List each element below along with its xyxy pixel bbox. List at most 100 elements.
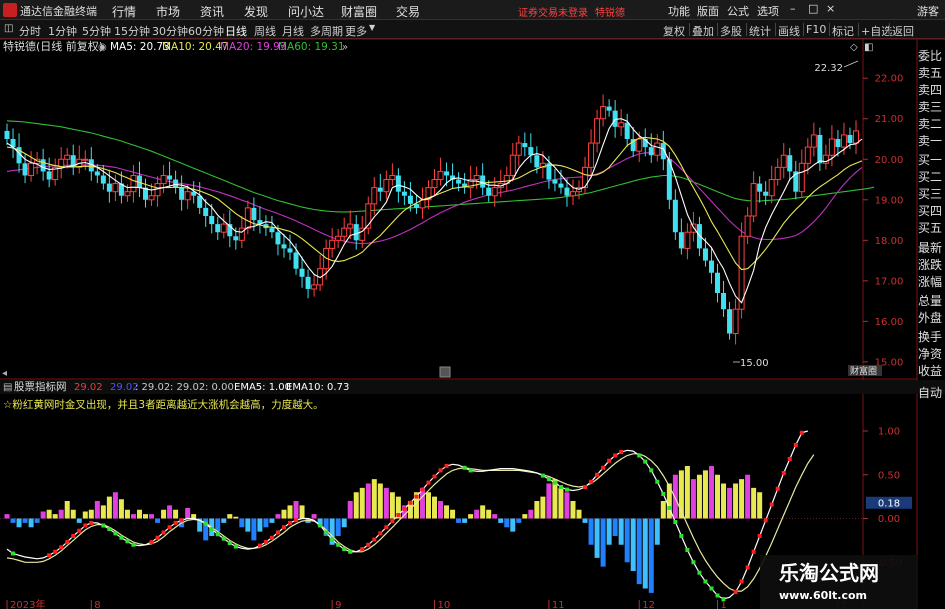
indicator-bar [751,487,757,519]
panel-toggle-icon[interactable]: ◧ [864,42,873,53]
candlesticks [4,94,859,345]
date-tick-label: 2023年 [10,598,45,609]
candle-up [437,170,444,181]
candle-down [173,179,179,188]
candle-up [828,138,835,156]
candle-up [744,215,751,237]
candle-up [654,142,661,156]
candle-down [708,260,714,273]
signal-marker [715,593,720,598]
candle-up [389,174,396,181]
indicator-bar [486,509,492,519]
indicator-bar [684,466,690,519]
indicator-bar [576,509,582,519]
indicator-bar [582,518,588,523]
candle-up [130,174,137,193]
signal-marker [697,570,702,575]
indicator-bar [257,518,263,532]
signal-marker [613,453,618,458]
candle-up [238,227,245,241]
quote-label-outer: 外盘 [918,311,943,325]
signal-marker [637,453,642,458]
candle-down [401,191,407,196]
ema5-legend: EMA5: 1.00 [234,382,291,393]
candle-up [768,179,775,197]
signal-marker [101,523,106,528]
more-legend-icon[interactable]: » [342,42,348,53]
indicator-bar [28,518,34,528]
quote-label-bid2: 买二 [918,170,943,184]
candle-up [750,183,757,217]
indicator-bar [100,505,106,519]
signal-marker [745,565,750,570]
date-tick-label: 12 [642,600,655,609]
candle-down [215,224,221,233]
price-tick-label: 19.00 [875,195,904,206]
date-tick-label: 10 [438,600,451,609]
signal-marker [703,579,708,584]
indicator-bar [299,505,305,519]
signal-marker [318,523,323,528]
scroll-handle[interactable] [439,366,451,378]
price-tick-label: 21.00 [875,114,904,125]
signal-marker [348,549,353,554]
indicator-bar [34,518,40,523]
indicator-bar [353,492,359,519]
signal-marker [781,471,786,475]
candle-up [347,223,354,229]
signal-marker [540,473,545,478]
indicator-bar [191,514,197,519]
indicator-tick-label: 0.50 [878,470,900,481]
indicator-bar [438,501,444,519]
candle-up [618,122,625,128]
signal-marker [769,502,774,507]
candle-down [648,147,654,156]
candle-up [431,179,438,189]
scroll-left-icon[interactable]: ◂ [2,368,7,379]
quote-label-last: 最新 [918,241,943,255]
candle-down [377,187,383,192]
signal-marker [366,542,371,547]
signal-marker [739,579,744,584]
indicator-bar [40,511,46,519]
quote-label-ask1: 卖一 [918,134,943,148]
signal-marker [414,494,419,499]
indicator-bar [347,501,353,519]
signal-marker [155,535,160,540]
signal-marker [294,518,299,523]
quote-label-bid3: 买三 [918,187,943,201]
signal-marker [113,531,118,536]
indicator-bar [106,496,112,519]
signal-marker [342,547,347,552]
candle-up [852,130,859,144]
wealth-tag[interactable]: 财富圈 [850,365,877,377]
signal-marker [263,540,268,545]
indicator-bar [76,518,82,523]
signal-marker [408,500,413,505]
signal-marker [793,443,798,447]
collapse-up-icon[interactable]: ◇ [850,42,858,53]
indicator-bar [70,509,76,519]
indicator-bar [733,483,739,519]
candle-down [209,216,215,225]
signal-marker [643,459,648,464]
kline-chart[interactable]: 15.00 16.00 17.00 18.00 19.00 20.00 21.00 22.00… [0,0,945,609]
indicator-bar [4,514,10,519]
indicator-bar [739,479,745,519]
signal-marker [167,525,172,530]
candle-up [780,154,787,168]
candle-up [311,284,318,290]
signal-marker [107,527,112,531]
indicator-bar [335,518,341,536]
indicator-menu-icon[interactable]: ▤ [3,382,12,393]
indicator-bar [167,505,173,519]
signal-marker [275,530,280,535]
indicator-val-d: : 29.02 [170,382,205,393]
indicator-tab[interactable]: 股票指标网 [14,380,67,393]
indicator-bar [660,501,666,519]
auto-scale-toggle[interactable]: 自动 [918,384,945,401]
ema10-legend: EMA10: 0.73 [286,382,349,393]
quote-label-ask4: 卖四 [918,83,943,97]
signal-marker [546,477,551,482]
info-circle-icon[interactable]: ◉ [98,42,107,53]
